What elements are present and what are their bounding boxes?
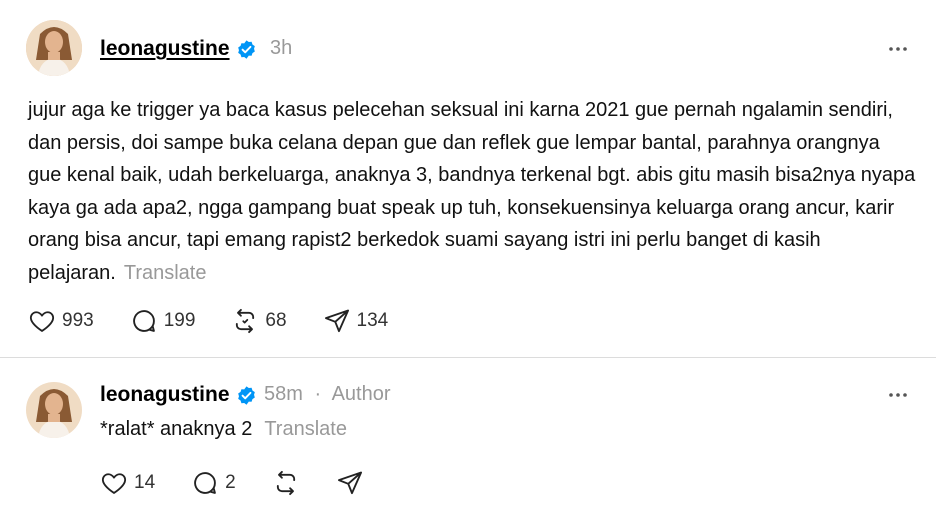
like-button[interactable]: 993 [28, 307, 94, 335]
repost-count: 68 [265, 310, 287, 331]
reply-text: *ralat* anaknya 2 [100, 418, 253, 440]
repost-icon [236, 308, 255, 334]
repost-button[interactable]: 68 [231, 307, 287, 335]
reply-more-icon[interactable] [886, 383, 910, 407]
verified-badge-icon [238, 40, 255, 59]
comment-icon [194, 472, 216, 494]
repost-icon [276, 470, 295, 496]
author-label: Author [331, 383, 391, 405]
post-text-block: jujur aga ke trigger ya baca kasus pelec… [28, 94, 918, 289]
username-link[interactable]: leonagustine [100, 37, 230, 61]
reply-text-block: *ralat* anaknya 2 Translate [100, 418, 347, 441]
reply-actions: 14 2 [100, 469, 400, 497]
share-count: 134 [356, 310, 389, 331]
divider [0, 357, 936, 358]
comment-icon [132, 310, 155, 332]
reply-like-count: 14 [134, 472, 156, 493]
reply-repost-button[interactable] [272, 469, 300, 497]
reply-time: 58m [264, 383, 303, 405]
post-actions: 993 199 68 134 [28, 307, 424, 335]
share-icon [324, 309, 349, 333]
reply-avatar[interactable] [26, 382, 82, 438]
verified-badge-icon [238, 386, 255, 405]
reply-comment-button[interactable]: 2 [191, 469, 236, 497]
reply-comment-count: 2 [225, 472, 236, 493]
reply-like-button[interactable]: 14 [100, 469, 155, 497]
share-icon [337, 471, 362, 495]
reply-share-button[interactable] [336, 469, 364, 497]
heart-icon [29, 311, 55, 332]
reply-username-link[interactable]: leonagustine [100, 383, 230, 407]
reply-meta: 58m · Author [264, 383, 391, 406]
share-button[interactable]: 134 [323, 307, 389, 335]
comment-count: 199 [163, 310, 196, 331]
translate-link[interactable]: Translate [124, 262, 207, 284]
avatar[interactable] [26, 20, 82, 76]
more-icon[interactable] [886, 37, 910, 61]
heart-icon [101, 473, 127, 494]
meta-separator: · [314, 383, 322, 405]
reply-translate-link[interactable]: Translate [264, 418, 347, 440]
post-time: 3h [270, 37, 293, 59]
comment-button[interactable]: 199 [130, 307, 196, 335]
post-text: jujur aga ke trigger ya baca kasus pelec… [28, 99, 916, 284]
like-count: 993 [62, 310, 94, 331]
